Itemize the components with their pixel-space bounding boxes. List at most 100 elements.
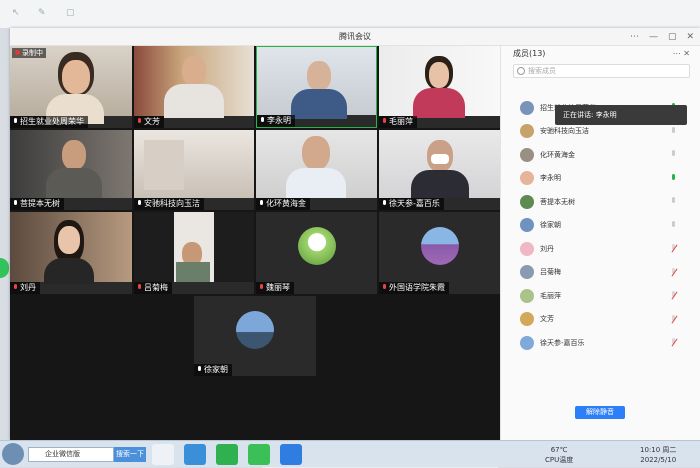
avatar [420,227,459,266]
participant-name-tag: 招生就业处周荣华 [10,116,88,128]
member-row[interactable]: 李永明 [501,167,700,191]
music-app-icon[interactable] [152,444,174,465]
video-tile[interactable]: 刘丹 [10,212,132,294]
camera-feed [134,46,254,118]
mic-muted-icon [382,284,387,292]
side-tab-button[interactable] [0,258,9,278]
participant-name-tag: 徐家朝 [194,364,232,376]
mic-icon[interactable] [671,220,677,231]
mic-icon [260,117,265,125]
camera-feed [257,47,376,119]
close-icon[interactable]: ✕ [686,28,694,46]
avatar [520,100,534,115]
mic-icon [13,200,18,208]
mic-icon[interactable] [671,197,677,207]
avatar [520,265,534,280]
avatar [520,312,534,327]
camera-feed [134,212,254,282]
participant-name-tag: 文芳 [134,116,164,128]
members-list: 招生就业处周荣华 安驰科技向玉洁 化环黄海金 李永明 菩提本无树 徐家朝 刘丹 … [501,96,700,355]
video-tile[interactable]: 文芳 [134,46,254,128]
speaking-indicator: 正在讲话: 李永明 [555,105,687,125]
member-row[interactable]: 吕菊梅 [501,261,700,285]
browser-icon[interactable] [184,444,206,465]
video-tile[interactable]: 菩提本无树 [10,130,132,210]
participant-name-tag: 化环黄海金 [256,198,310,210]
member-row[interactable]: 毛丽萍 [501,284,700,308]
avatar [520,124,534,139]
window-title: 腾讯会议 [339,32,371,41]
cursor-icon: ↖ [12,8,20,18]
video-tile-active-speaker[interactable]: 李永明 [256,46,377,128]
members-header: 成员(13) ⋯ ✕ [501,46,700,62]
mic-icon [13,118,18,126]
members-title: 成员(13) [513,49,546,58]
mic-muted-icon[interactable] [671,314,677,325]
mic-muted-icon [137,284,142,292]
mic-icon [137,200,142,208]
avatar [520,335,534,350]
avatar [520,218,534,233]
minimize-icon[interactable]: — [649,28,658,46]
video-tile[interactable]: 毛丽萍 [379,46,500,128]
recording-badge: 录制中 [12,48,46,58]
avatar [520,147,534,162]
pin-icon[interactable]: ⋯ [630,28,639,46]
member-row[interactable]: 化环黄海金 [501,143,700,167]
mic-on-icon[interactable] [671,173,677,184]
video-tile[interactable]: 外国语学院朱霞 [379,212,500,294]
video-tile[interactable]: 吕菊梅 [134,212,254,294]
member-search-input[interactable]: 搜索成员 [513,64,690,78]
participant-name-tag: 魏丽琴 [256,282,294,294]
desktop-top-strip: ↖ ✎ ▢ [0,0,700,28]
unmute-all-button[interactable]: 解除静音 [575,406,625,419]
participant-name-tag: 毛丽萍 [379,116,417,128]
mic-icon[interactable] [671,126,677,137]
meeting-window: 腾讯会议 ⋯ — ▢ ✕ 录制中 招生就业处周荣华 文芳 李永明 毛丽萍 菩提本… [10,28,700,468]
clock[interactable]: 10:10 周二 2022/5/10 [640,445,676,465]
taskbar-search-input[interactable]: 企业微信版 [28,447,114,462]
video-tile[interactable]: 安驰科技向玉洁 [134,130,254,210]
avatar [520,288,534,303]
participant-name-tag: 刘丹 [10,282,40,294]
pen-icon: ✎ [38,8,46,18]
mic-muted-icon[interactable] [671,338,677,348]
start-button[interactable] [2,443,24,465]
box-icon: ▢ [66,8,75,18]
camera-feed [10,212,132,284]
tencent-meeting-icon[interactable] [280,444,302,465]
avatar [297,227,336,266]
taskbar-search-button[interactable]: 搜索一下 [114,447,146,462]
avatar [520,241,534,256]
member-row[interactable]: 徐家朝 [501,214,700,238]
video-tile[interactable]: 魏丽琴 [256,212,377,294]
mic-muted-icon [259,284,264,292]
mic-muted-icon[interactable] [671,267,677,278]
mic-muted-icon[interactable] [671,244,677,254]
video-tile[interactable]: 徐天参-嘉百乐 [379,130,500,210]
mic-icon[interactable] [671,150,677,160]
mic-muted-icon [382,118,387,126]
avatar [520,171,534,186]
more-icon[interactable]: ⋯ ✕ [673,46,690,62]
wechat-icon[interactable] [248,444,270,465]
participant-name-tag: 李永明 [257,115,295,127]
video-tile[interactable]: 徐家朝 [194,296,316,376]
member-row[interactable]: 刘丹 [501,237,700,261]
mic-muted-icon [137,118,142,126]
participant-name-tag: 外国语学院朱霞 [379,282,449,294]
member-row[interactable]: 菩提本无树 [501,190,700,214]
member-row[interactable]: 徐天参-嘉百乐 [501,331,700,355]
video-tile[interactable]: 化环黄海金 [256,130,377,210]
mic-icon [197,366,202,374]
mic-muted-icon[interactable] [671,291,677,301]
video-tile[interactable]: 录制中 招生就业处周荣华 [10,46,132,128]
mic-muted-icon [13,284,18,292]
maximize-icon[interactable]: ▢ [668,28,677,46]
participant-name-tag: 徐天参-嘉百乐 [379,198,444,210]
member-row[interactable]: 文芳 [501,308,700,332]
participant-name-tag: 菩提本无树 [10,198,64,210]
cpu-temp-widget: 67℃ CPU温度 [545,446,574,464]
camera-feed [134,130,254,198]
ie-icon[interactable] [216,444,238,465]
